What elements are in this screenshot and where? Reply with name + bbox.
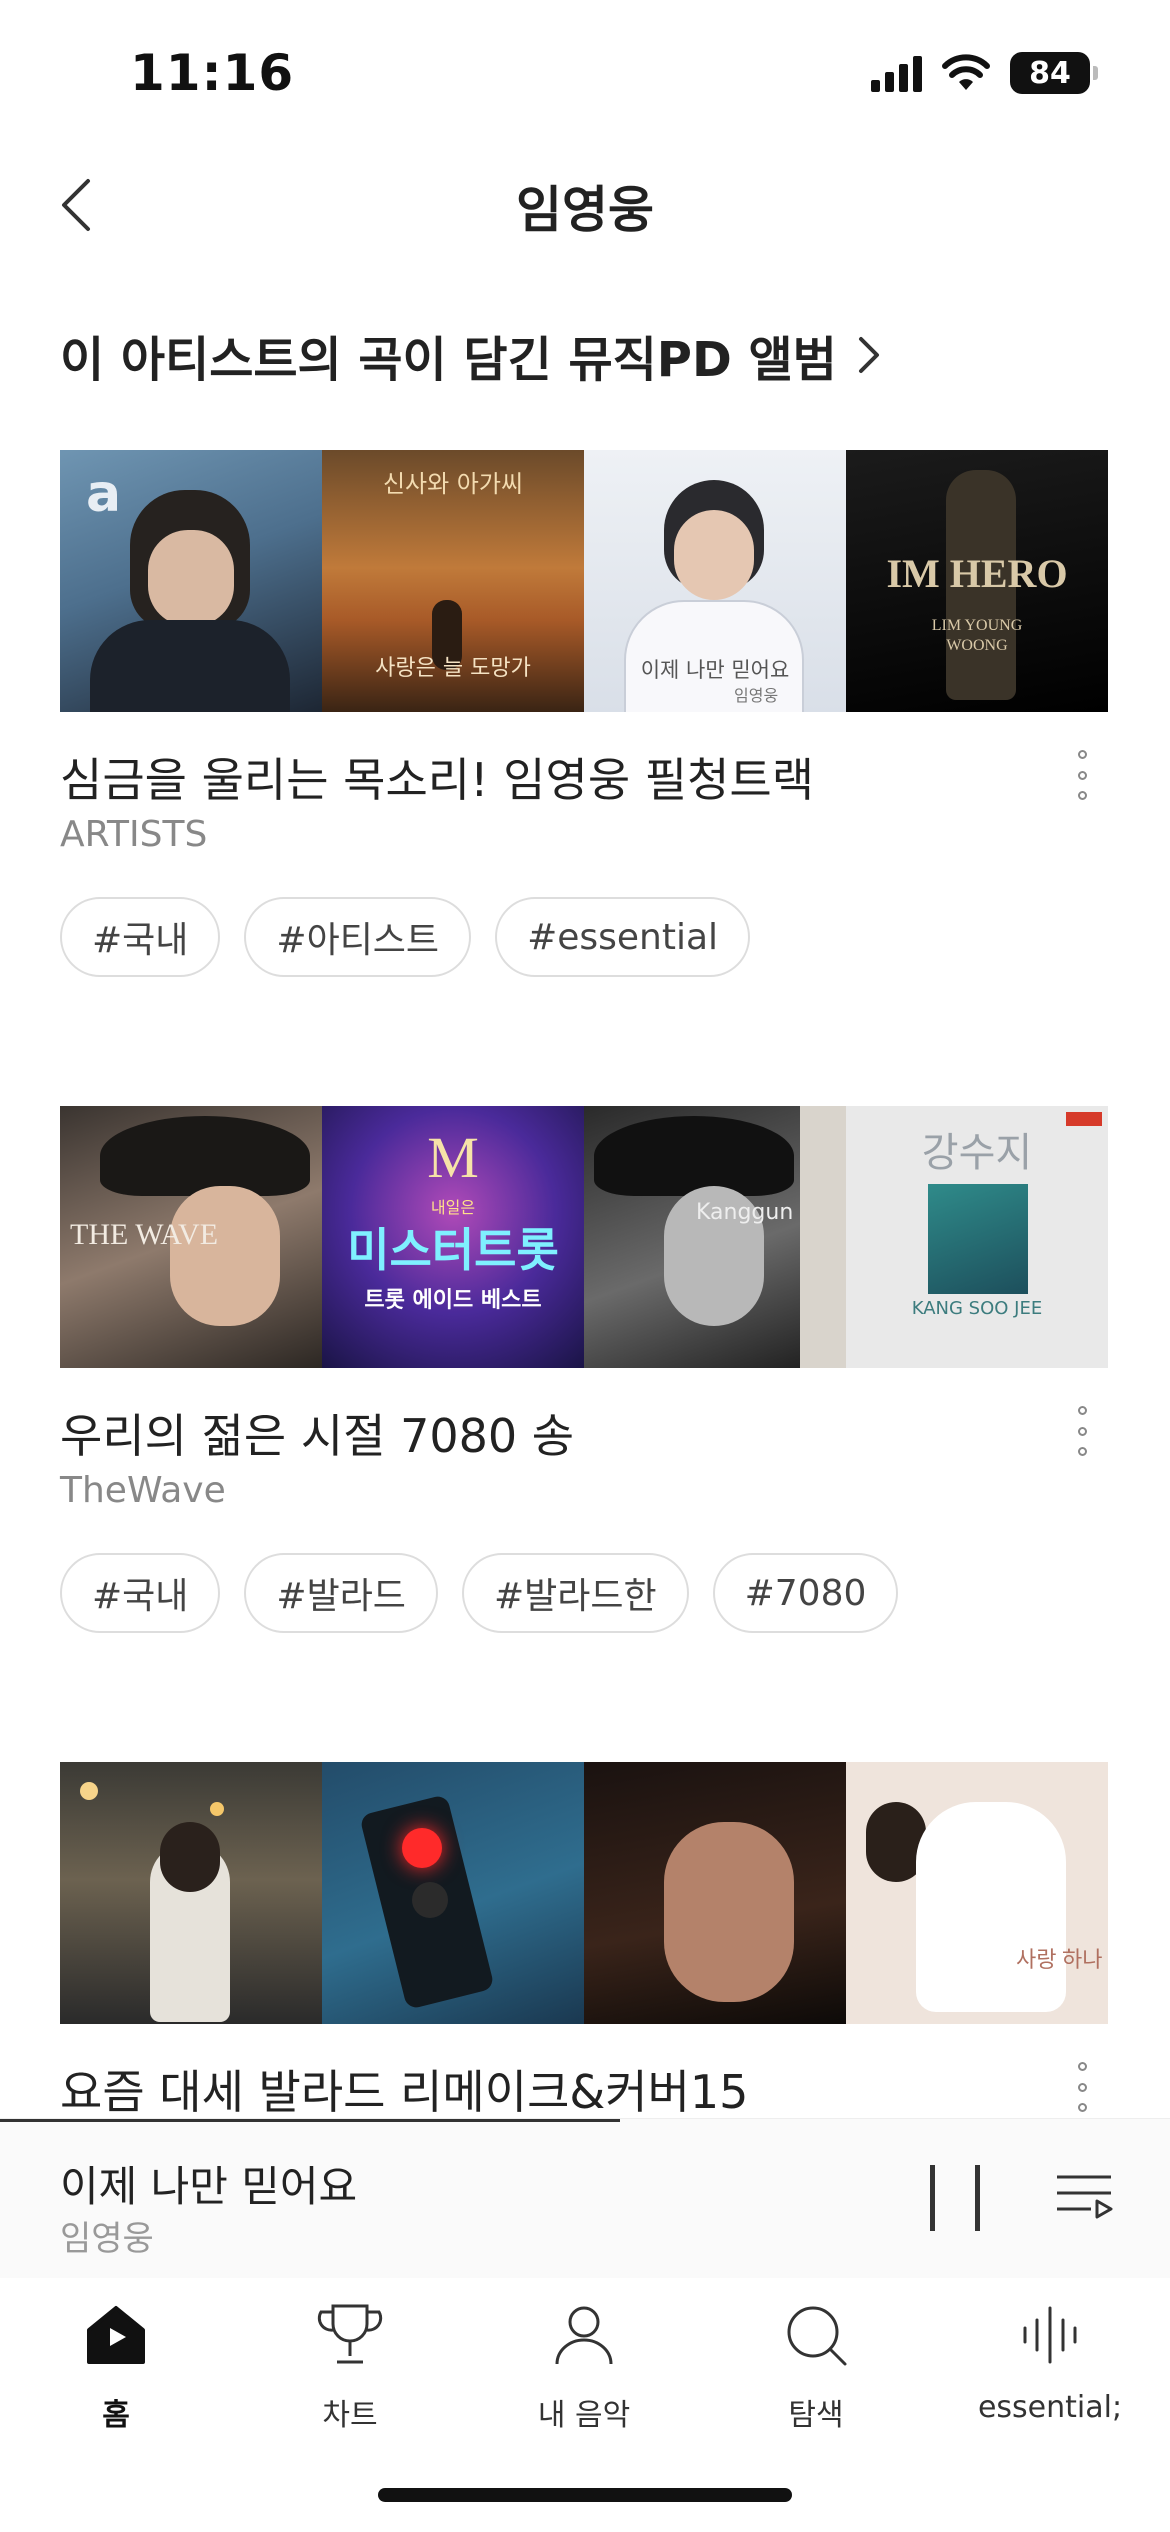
cellular-signal-icon xyxy=(871,54,922,92)
status-icons: 84 xyxy=(871,52,1098,94)
album-art: 사랑 하나 xyxy=(846,1762,1108,2024)
trophy-icon xyxy=(317,2304,383,2364)
home-icon xyxy=(87,2306,145,2364)
tab-home[interactable]: 홈 xyxy=(16,2300,216,2434)
more-options-button[interactable] xyxy=(1062,1406,1102,1456)
status-time: 11:16 xyxy=(130,44,295,102)
tab-label: 차트 xyxy=(322,2398,378,2433)
album-art-text: 임영웅 xyxy=(734,686,779,705)
album-cover-collage[interactable]: 사랑 하나 xyxy=(60,1762,1108,2024)
more-options-button[interactable] xyxy=(1062,750,1102,800)
album-art-text: 미스터트롯 xyxy=(347,1223,559,1277)
album-art-text: IM HERO xyxy=(886,551,1068,596)
album-art-text: 사랑은 늘 도망가 xyxy=(375,656,531,681)
album-art: 강수지 KANG SOO JEE xyxy=(846,1106,1108,1368)
person-icon xyxy=(555,2306,613,2365)
tag-list: #국내 #발라드 #발라드한 #7080 xyxy=(60,1553,1108,1633)
album-art-text: LIM YOUNG WOONG xyxy=(931,617,1023,654)
search-icon xyxy=(787,2306,847,2366)
tag-chip[interactable]: #essential xyxy=(495,897,751,977)
album-title[interactable]: 심금을 울리는 목소리! 임영웅 필청트랙 xyxy=(60,744,1108,810)
pause-button[interactable] xyxy=(930,2165,980,2231)
album-cover-collage[interactable]: THE WAVE M 내일은 미스터트롯 트롯 에이드 베스트 Kanggun … xyxy=(60,1106,1108,1368)
bottom-tab-bar: 홈 차트 내 음악 탐색 essential; xyxy=(0,2278,1170,2478)
section-title: 이 아티스트의 곡이 담긴 뮤직PD 앨범 xyxy=(60,332,837,388)
battery-icon: 84 xyxy=(1010,52,1098,94)
album-art: M 내일은 미스터트롯 트롯 에이드 베스트 xyxy=(322,1106,584,1368)
tab-label: essential; xyxy=(977,2390,1123,2425)
chevron-right-icon xyxy=(858,337,879,373)
album-art-text: Kanggun xyxy=(696,1200,794,1225)
album-art-text: 사랑 하나 xyxy=(1016,1947,1103,1972)
album-card[interactable]: THE WAVE M 내일은 미스터트롯 트롯 에이드 베스트 Kanggun … xyxy=(60,1106,1108,1633)
playback-progress-bar xyxy=(0,2119,621,2122)
album-art-text: 강수지 xyxy=(921,1130,1033,1176)
now-playing-title[interactable]: 이제 나만 믿어요 xyxy=(60,2153,357,2214)
album-art xyxy=(322,1762,584,2024)
now-playing-artist: 임영웅 xyxy=(60,2219,154,2259)
tab-label: 내 음악 xyxy=(537,2398,631,2433)
album-art-text: 트롯 에이드 베스트 xyxy=(364,1288,542,1313)
album-card[interactable]: 사랑 하나 요즘 대세 발라드 리메이크&커버15 xyxy=(60,1762,1108,2118)
tag-chip[interactable]: #아티스트 xyxy=(244,897,472,977)
album-art-text: 신사와 아가씨 xyxy=(382,470,524,498)
page-title: 임영웅 xyxy=(516,181,654,239)
album-art-text: THE WAVE xyxy=(70,1218,219,1251)
tag-chip[interactable]: #발라드한 xyxy=(461,1553,689,1633)
album-curator: TheWave xyxy=(60,1470,226,1511)
waveform-icon xyxy=(1023,2306,1077,2364)
wifi-icon xyxy=(942,54,990,90)
status-bar: 11:16 84 xyxy=(0,0,1170,150)
album-title[interactable]: 우리의 젊은 시절 7080 송 xyxy=(60,1400,1108,1466)
album-cover-collage[interactable]: a 신사와 아가씨 사랑은 늘 도망가 이제 나만 믿어요 임영웅 IM HER… xyxy=(60,450,1108,712)
tag-list: #국내 #아티스트 #essential xyxy=(60,897,1108,977)
album-art-text: KANG SOO JEE xyxy=(911,1298,1043,1319)
mini-player[interactable]: 이제 나만 믿어요 임영웅 xyxy=(0,2118,1170,2278)
album-art xyxy=(60,1762,322,2024)
album-card[interactable]: a 신사와 아가씨 사랑은 늘 도망가 이제 나만 믿어요 임영웅 IM HER… xyxy=(60,450,1108,977)
tab-explore[interactable]: 탐색 xyxy=(716,2300,916,2434)
album-art-text: 이제 나만 믿어요 xyxy=(640,658,790,682)
album-art xyxy=(584,1762,846,2024)
playlist-queue-icon[interactable] xyxy=(1055,2169,1115,2225)
tab-label: 홈 xyxy=(102,2398,130,2433)
tab-chart[interactable]: 차트 xyxy=(250,2300,450,2434)
tab-label: 탐색 xyxy=(788,2398,844,2433)
tag-chip[interactable]: #7080 xyxy=(712,1553,899,1633)
album-art-text: a xyxy=(86,464,122,524)
album-art: 신사와 아가씨 사랑은 늘 도망가 xyxy=(322,450,584,712)
album-art: Kanggun xyxy=(584,1106,846,1368)
tab-essential[interactable]: essential; xyxy=(950,2300,1150,2425)
top-nav: 임영웅 xyxy=(0,150,1170,260)
album-art: IM HERO LIM YOUNG WOONG xyxy=(846,450,1108,712)
album-art: THE WAVE xyxy=(60,1106,322,1368)
album-art: 이제 나만 믿어요 임영웅 xyxy=(584,450,846,712)
tag-chip[interactable]: #국내 xyxy=(60,897,221,977)
tag-chip[interactable]: #발라드 xyxy=(244,1553,438,1633)
section-header[interactable]: 이 아티스트의 곡이 담긴 뮤직PD 앨범 xyxy=(60,320,883,390)
tag-chip[interactable]: #국내 xyxy=(60,1553,221,1633)
home-indicator xyxy=(378,2488,792,2502)
more-options-button[interactable] xyxy=(1062,2062,1102,2112)
album-art-text: M xyxy=(427,1125,479,1190)
album-curator: ARTISTS xyxy=(60,814,208,855)
tab-my-music[interactable]: 내 음악 xyxy=(484,2300,684,2434)
album-art: a xyxy=(60,450,322,712)
album-title[interactable]: 요즘 대세 발라드 리메이크&커버15 xyxy=(60,2056,1108,2118)
